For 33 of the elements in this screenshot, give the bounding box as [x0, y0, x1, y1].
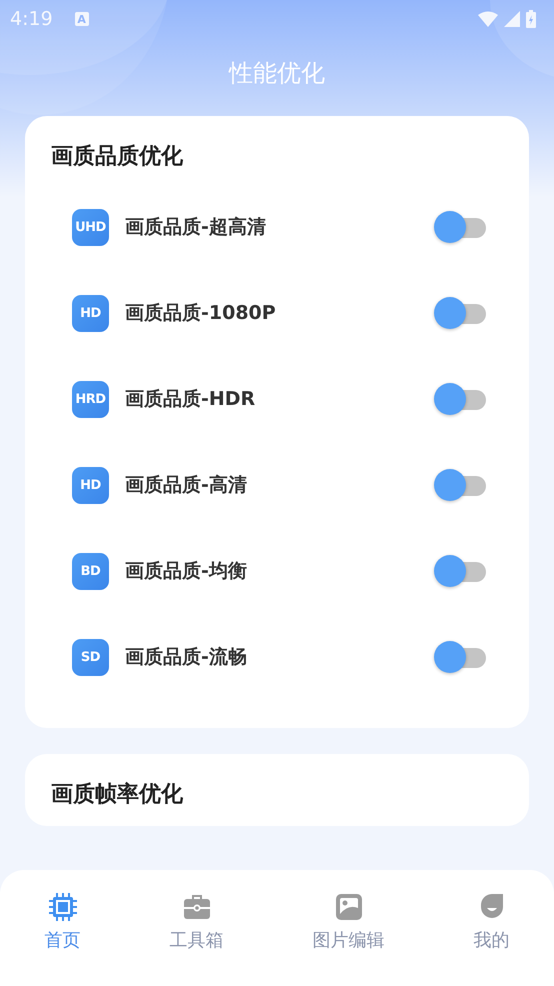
toggle-switch[interactable]	[434, 468, 488, 502]
notification-icon: A	[74, 12, 89, 26]
battery-icon	[526, 10, 536, 28]
nav-tab[interactable]: 图片编辑	[304, 892, 392, 952]
toggle-switch[interactable]	[434, 640, 488, 674]
quality-badge-icon: BD	[72, 552, 109, 590]
status-time: 4:19	[10, 8, 53, 30]
option-label: 画质品质-流畅	[125, 645, 248, 670]
wifi-icon	[478, 11, 498, 27]
option-label: 画质品质-高清	[125, 473, 248, 498]
quality-badge-icon: HD	[72, 466, 109, 504]
option-label: 画质品质-1080P	[125, 301, 277, 326]
option-label: 画质品质-均衡	[125, 559, 248, 584]
nav-tab[interactable]: 首页	[36, 892, 88, 952]
toggle-switch[interactable]	[434, 210, 488, 244]
quality-badge-icon: SD	[72, 638, 109, 676]
quality-badge-icon: UHD	[72, 208, 109, 246]
quality-badge-icon: HRD	[72, 380, 109, 418]
nav-tab[interactable]: 我的	[466, 892, 518, 952]
toggle-switch[interactable]	[434, 382, 488, 416]
image-icon	[334, 892, 364, 922]
toggle-switch[interactable]	[434, 296, 488, 330]
nav-tab[interactable]: 工具箱	[162, 892, 232, 952]
page-title: 性能优化	[228, 58, 326, 89]
toolbox-icon	[182, 892, 212, 922]
section-title: 画质品质优化	[50, 143, 184, 171]
option-label: 画质品质-HDR	[125, 387, 256, 412]
quality-badge-icon: HD	[72, 294, 109, 332]
toggle-switch[interactable]	[434, 554, 488, 588]
signal-icon	[504, 11, 520, 27]
option-label: 画质品质-超高清	[125, 215, 267, 240]
chip-icon	[48, 892, 78, 922]
section-title: 画质帧率优化	[50, 780, 184, 809]
